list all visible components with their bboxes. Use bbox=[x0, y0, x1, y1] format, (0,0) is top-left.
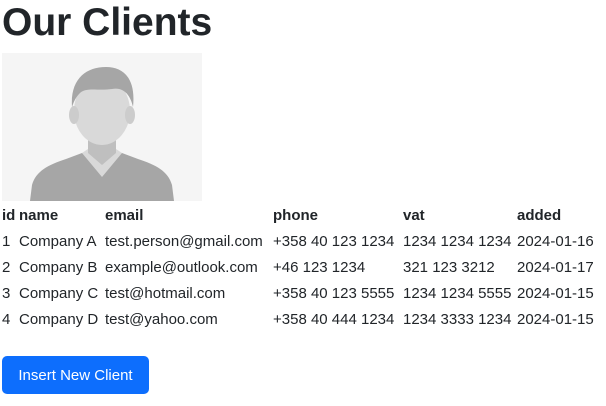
cell-email: test@yahoo.com bbox=[105, 311, 218, 328]
person-placeholder-icon bbox=[30, 67, 174, 201]
cell-added: 2024-01-17 bbox=[517, 259, 594, 276]
column-header-phone: phone bbox=[273, 207, 318, 224]
cell-phone: +358 40 123 5555 bbox=[273, 285, 395, 302]
cell-phone: +358 40 123 1234 bbox=[273, 233, 395, 250]
column-header-name: name bbox=[19, 207, 59, 224]
column-header-vat: vat bbox=[403, 207, 425, 224]
cell-name: Company A bbox=[19, 233, 97, 250]
table-row: 4 Company D test@yahoo.com +358 40 444 1… bbox=[2, 307, 603, 333]
cell-vat: 321 123 3212 bbox=[403, 259, 495, 276]
column-header-added: added bbox=[517, 207, 562, 224]
cell-id: 3 bbox=[2, 285, 11, 302]
cell-id: 1 bbox=[2, 233, 11, 250]
cell-name: Company C bbox=[19, 285, 99, 302]
table-row: 1 Company A test.person@gmail.com +358 4… bbox=[2, 229, 603, 255]
cell-name: Company D bbox=[19, 311, 99, 328]
cell-id: 2 bbox=[2, 259, 11, 276]
avatar-image bbox=[2, 53, 202, 201]
cell-email: test.person@gmail.com bbox=[105, 233, 263, 250]
cell-added: 2024-01-15 bbox=[517, 311, 594, 328]
column-header-id: id bbox=[2, 207, 16, 224]
cell-email: test@hotmail.com bbox=[105, 285, 226, 302]
cell-vat: 1234 1234 5555 bbox=[403, 285, 512, 302]
cell-phone: +46 123 1234 bbox=[273, 259, 366, 276]
cell-vat: 1234 1234 1234 bbox=[403, 233, 512, 250]
cell-phone: +358 40 444 1234 bbox=[273, 311, 395, 328]
insert-new-client-button[interactable]: Insert New Client bbox=[2, 356, 149, 394]
column-header-email: email bbox=[105, 207, 144, 224]
cell-vat: 1234 3333 1234 bbox=[403, 311, 512, 328]
cell-added: 2024-01-16 bbox=[517, 233, 594, 250]
cell-added: 2024-01-15 bbox=[517, 285, 594, 302]
cell-name: Company B bbox=[19, 259, 98, 276]
cell-email: example@outlook.com bbox=[105, 259, 258, 276]
table-row: 3 Company C test@hotmail.com +358 40 123… bbox=[2, 281, 603, 307]
page-title: Our Clients bbox=[2, 1, 213, 44]
table-row: 2 Company B example@outlook.com +46 123 … bbox=[2, 255, 603, 281]
table-header-row: id name email phone vat added bbox=[2, 203, 603, 229]
clients-table: id name email phone vat added 1 Company … bbox=[2, 203, 603, 333]
cell-id: 4 bbox=[2, 311, 11, 328]
